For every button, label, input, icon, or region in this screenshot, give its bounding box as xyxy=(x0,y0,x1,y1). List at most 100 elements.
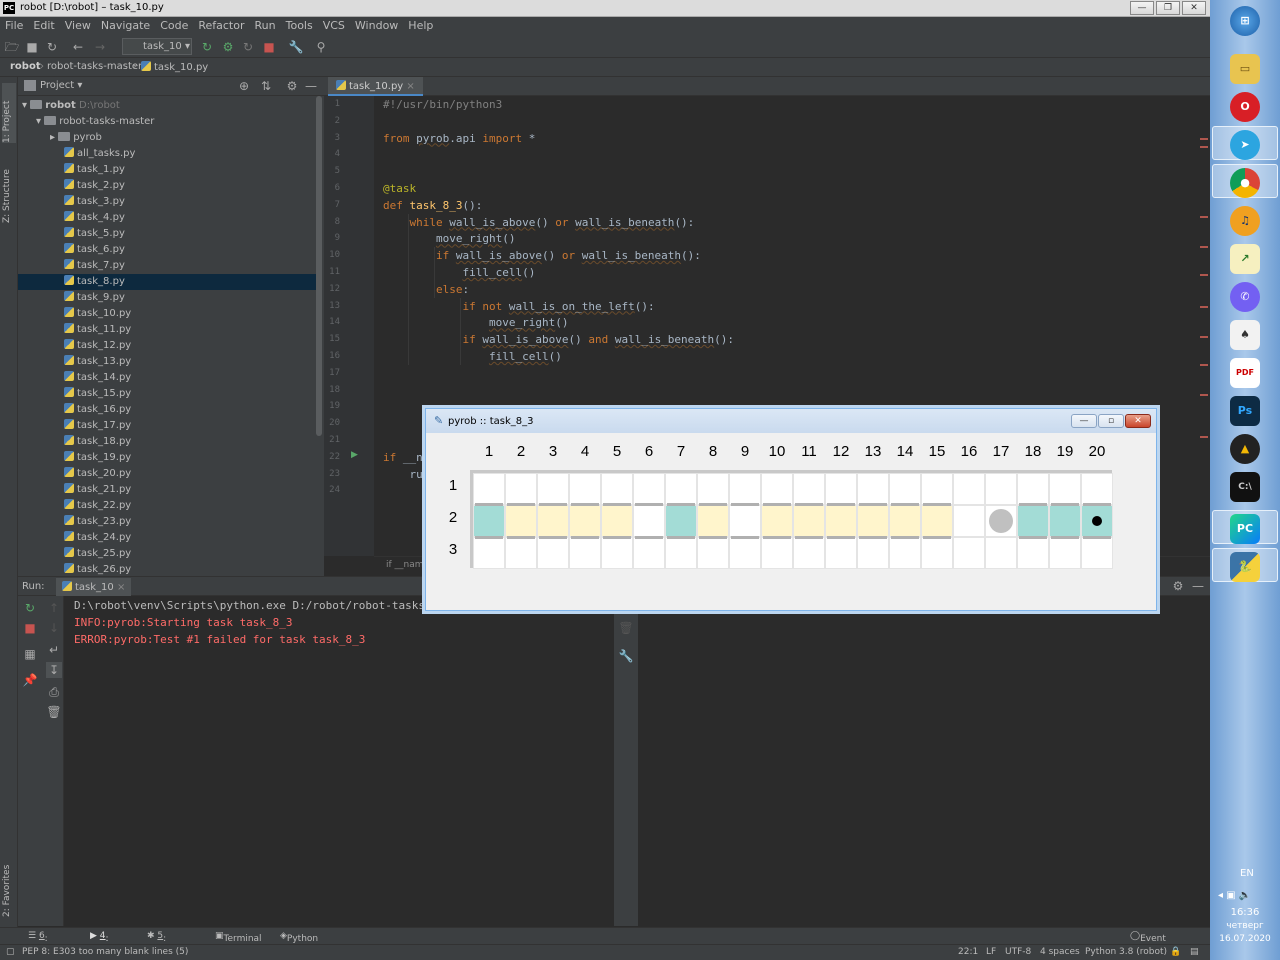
cmd-icon[interactable]: C:\ xyxy=(1230,472,1260,502)
tree-package[interactable]: ▸ pyrob xyxy=(18,130,318,146)
memory-icon[interactable]: ▤ xyxy=(1190,947,1199,957)
close-button[interactable]: ✕ xyxy=(1182,1,1206,15)
project-tool-tab[interactable]: 1: Project xyxy=(2,83,16,143)
coverage-icon[interactable]: ↻ xyxy=(240,39,256,55)
tree-subfolder[interactable]: ▾ robot-tasks-master xyxy=(18,114,318,130)
status-icon[interactable]: ▢ xyxy=(6,947,15,957)
tree-file-item[interactable]: task_15.py xyxy=(18,386,318,402)
menu-item-tools[interactable]: Tools xyxy=(281,17,318,32)
back-arrow-icon[interactable]: ← xyxy=(70,39,86,55)
rerun-icon[interactable]: ↻ xyxy=(22,600,38,616)
save-icon[interactable]: ■ xyxy=(24,39,40,55)
interpreter[interactable]: Python 3.8 (robot) xyxy=(1085,947,1167,957)
maximize-button[interactable]: ❐ xyxy=(1156,1,1180,15)
editor-tab[interactable]: task_10.py × xyxy=(328,77,423,96)
tree-file-item[interactable]: task_25.py xyxy=(18,546,318,562)
gear-icon[interactable]: ⚙ xyxy=(284,78,300,94)
wrench-icon[interactable]: 🔧 xyxy=(288,39,304,55)
structure-tool-tab[interactable]: Z: Structure xyxy=(2,153,16,223)
run-tab[interactable]: task_10 × xyxy=(56,578,132,596)
sync-icon[interactable]: ↻ xyxy=(44,39,60,55)
caret-position[interactable]: 22:1 xyxy=(958,947,978,957)
minimize-button[interactable]: — xyxy=(1130,1,1154,15)
collapse-icon[interactable]: ⇅ xyxy=(258,78,274,94)
tree-file-item[interactable]: task_14.py xyxy=(18,370,318,386)
breadcrumb-file[interactable]: task_10.py xyxy=(141,61,208,73)
breadcrumb-folder[interactable]: robot-tasks-master xyxy=(47,61,142,72)
tree-file-item[interactable]: task_19.py xyxy=(18,450,318,466)
tree-file-item[interactable]: task_9.py xyxy=(18,290,318,306)
tree-file-item[interactable]: task_20.py xyxy=(18,466,318,482)
python-taskbar-icon[interactable]: 🐍 xyxy=(1230,552,1260,582)
chrome-icon[interactable]: ● xyxy=(1230,168,1260,198)
trash-icon[interactable]: 🗑 xyxy=(618,620,634,636)
explorer-icon[interactable]: ▭ xyxy=(1230,54,1260,84)
pyrob-minimize-button[interactable]: — xyxy=(1071,414,1097,428)
tree-file-item[interactable]: task_5.py xyxy=(18,226,318,242)
menu-item-vcs[interactable]: VCS xyxy=(318,17,350,32)
tree-file-item[interactable]: task_1.py xyxy=(18,162,318,178)
pyrob-close-button[interactable]: ✕ xyxy=(1125,414,1151,428)
hide-icon[interactable]: — xyxy=(1190,578,1206,594)
breadcrumb-root[interactable]: robot xyxy=(10,61,41,72)
print-icon[interactable]: ⎙ xyxy=(46,684,62,700)
favorites-tool-tab[interactable]: 2: Favorites xyxy=(2,857,16,917)
gear-icon[interactable]: ⚙ xyxy=(1170,578,1186,594)
wrench-icon[interactable]: 🔧 xyxy=(618,648,634,664)
menu-item-window[interactable]: Window xyxy=(350,17,403,32)
event-log-button[interactable]: ◯ Event Log xyxy=(1130,931,1166,954)
menu-item-code[interactable]: Code xyxy=(155,17,193,32)
up-arrow-icon[interactable]: ↑ xyxy=(46,600,62,616)
tree-file-item[interactable]: task_24.py xyxy=(18,530,318,546)
tree-file-item[interactable]: task_7.py xyxy=(18,258,318,274)
stop-icon[interactable]: ■ xyxy=(261,39,277,55)
run-console[interactable]: D:\robot\venv\Scripts\python.exe D:/robo… xyxy=(64,596,614,926)
project-view-select[interactable]: Project ▾ xyxy=(40,80,82,91)
layout-icon[interactable]: ▦ xyxy=(22,646,38,662)
menu-item-refactor[interactable]: Refactor xyxy=(193,17,249,32)
indent-setting[interactable]: 4 spaces xyxy=(1040,947,1080,957)
open-folder-icon[interactable]: 🗁 xyxy=(4,39,20,55)
tree-file-item[interactable]: task_22.py xyxy=(18,498,318,514)
headphones-icon[interactable]: ♫ xyxy=(1230,206,1260,236)
run-config-select[interactable]: task_10 ▾ xyxy=(122,38,192,55)
tree-file-item[interactable]: task_13.py xyxy=(18,354,318,370)
tree-file-item[interactable]: task_12.py xyxy=(18,338,318,354)
scroll-to-end-icon[interactable]: ↧ xyxy=(46,662,62,678)
menu-item-help[interactable]: Help xyxy=(403,17,438,32)
tree-root[interactable]: ▾ robot D:\robot xyxy=(18,98,318,114)
tree-scrollbar[interactable] xyxy=(316,96,322,436)
trash-icon[interactable]: 🗑 xyxy=(46,704,62,720)
hide-icon[interactable]: — xyxy=(303,78,319,94)
tab-debug[interactable]: ✱ 5: Debug xyxy=(147,931,193,954)
tree-file-item[interactable]: task_23.py xyxy=(18,514,318,530)
forward-arrow-icon[interactable]: → xyxy=(92,39,108,55)
tree-file-item[interactable]: task_4.py xyxy=(18,210,318,226)
locate-icon[interactable]: ⊕ xyxy=(236,78,252,94)
tree-file-item[interactable]: task_11.py xyxy=(18,322,318,338)
tree-file-item[interactable]: task_8.py xyxy=(18,274,318,290)
vlc-like-icon[interactable]: ▲ xyxy=(1230,434,1260,464)
tray-icons[interactable]: ◂ ▣ 🔈 xyxy=(1218,890,1251,901)
menu-item-view[interactable]: View xyxy=(60,17,96,32)
editor-breadcrumb-text[interactable]: if __name xyxy=(386,560,429,570)
tree-file-item[interactable]: task_21.py xyxy=(18,482,318,498)
rerun-icon[interactable]: ↻ xyxy=(199,39,215,55)
stop-icon[interactable]: ■ xyxy=(22,620,38,636)
pycharm-taskbar-icon[interactable]: PC xyxy=(1230,514,1260,544)
tree-file-item[interactable]: task_18.py xyxy=(18,434,318,450)
telegram-icon[interactable]: ➤ xyxy=(1230,130,1260,160)
down-arrow-icon[interactable]: ↓ xyxy=(46,620,62,636)
lock-icon[interactable]: 🔒 xyxy=(1170,947,1181,957)
search-icon[interactable]: ⚲ xyxy=(313,39,329,55)
debug-icon[interactable]: ⚙ xyxy=(220,39,236,55)
tab-python-console[interactable]: ◈ Python Console xyxy=(280,931,323,954)
chart-app-icon[interactable]: ↗ xyxy=(1230,244,1260,274)
menu-item-file[interactable]: File xyxy=(0,17,28,32)
tree-file-item[interactable]: task_10.py xyxy=(18,306,318,322)
tab-run[interactable]: ▶ 4: Run xyxy=(90,931,123,954)
clock-time[interactable]: 16:36 xyxy=(1210,907,1280,918)
tree-file-item[interactable]: all_tasks.py xyxy=(18,146,318,162)
tree-file-item[interactable]: task_6.py xyxy=(18,242,318,258)
pdf-icon[interactable]: PDF xyxy=(1230,358,1260,388)
